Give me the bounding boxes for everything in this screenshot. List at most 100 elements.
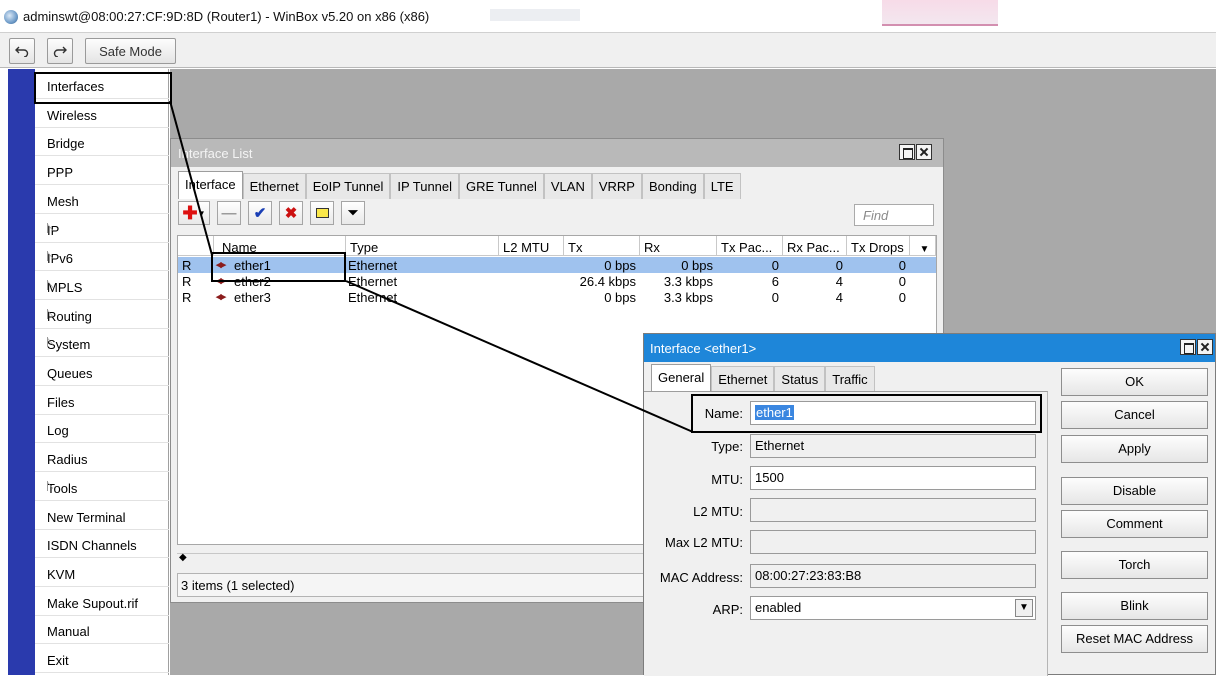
torch-button[interactable]: Torch [1061,551,1208,579]
arp-value: enabled [755,600,802,615]
cell-tx: 0 bps [604,290,636,305]
disable-button[interactable]: ✖ [279,201,303,225]
arp-label: ARP: [712,602,743,617]
enable-button[interactable]: ✔ [248,201,272,225]
sidebar-item-ipv6[interactable]: IPv6 [35,243,169,272]
table-header-tx-drops[interactable]: Tx Drops [847,236,910,256]
name-field-highlight-box [691,394,1042,433]
cell-txp: 0 [771,258,779,273]
table-header-rx-packets[interactable]: Rx Pac... [783,236,847,256]
sidebar-item-label: Log [47,423,69,439]
maximize-icon[interactable] [899,144,915,160]
sidebar-item-ip[interactable]: IP [35,215,169,243]
sidebar-item-manual[interactable]: Manual [35,616,169,645]
l2mtu-field [750,498,1036,522]
sidebar-brand-strip [8,69,35,675]
table-header-tx-packets[interactable]: Tx Pac... [717,236,783,256]
sidebar-item-isdn-channels[interactable]: ISDN Channels [35,530,169,559]
sidebar-item-mpls[interactable]: MPLS [35,272,169,300]
dropdown-arrow-icon: ▼ [919,244,930,255]
sidebar-item-label: Exit [47,653,69,668]
tab-gre-tunnel[interactable]: GRE Tunnel [459,173,544,199]
tab-traffic[interactable]: Traffic [825,366,875,392]
tab-general[interactable]: General [651,364,712,392]
dropdown-arrow-icon[interactable]: ▼ [1015,599,1033,617]
tab-lte[interactable]: LTE [703,173,741,199]
ok-button[interactable]: OK [1061,368,1208,396]
comment-button[interactable]: Comment [1061,510,1208,538]
apply-button[interactable]: Apply [1061,435,1208,463]
main-toolbar: Safe Mode [0,32,1216,68]
title-bar-blurred-tab [882,0,998,26]
find-input[interactable]: Find [854,204,934,226]
scroll-left-icon[interactable]: ◆ [179,552,187,563]
type-label: Type: [711,439,743,454]
sidebar-item-files[interactable]: Files [35,387,169,415]
table-header-flag[interactable] [178,236,214,256]
mac-address-label: MAC Address: [659,570,743,585]
table-header-type[interactable]: Type [346,236,499,256]
safe-mode-button[interactable]: Safe Mode [85,38,176,64]
tab-ethernet[interactable]: Ethernet [711,366,775,392]
sidebar-item-label: Make Supout.rif [47,595,139,611]
cell-txd: 0 [898,290,906,305]
blink-button[interactable]: Blink [1061,592,1208,620]
arp-select[interactable]: enabled ▼ [750,596,1036,620]
close-icon[interactable] [916,144,932,160]
tab-vrrp[interactable]: VRRP [591,173,642,199]
submenu-arrow-icon [47,251,54,262]
cell-rxp: 0 [835,258,843,273]
column-chooser-button[interactable]: ▼ [910,236,936,256]
title-bar-blurred-region [490,9,580,21]
tab-ethernet[interactable]: Ethernet [242,173,306,199]
sidebar-item-routing[interactable]: Routing [35,301,169,329]
comment-button[interactable] [310,201,334,225]
tab-status[interactable]: Status [774,366,826,392]
tab-bonding[interactable]: Bonding [641,173,704,199]
sidebar-item-new-terminal[interactable]: New Terminal [35,502,169,530]
cell-txp: 6 [771,274,779,289]
tab-ip-tunnel[interactable]: IP Tunnel [390,173,460,199]
mtu-field[interactable]: 1500 [750,466,1036,490]
table-header-tx[interactable]: Tx [564,236,640,256]
remove-button[interactable]: — [217,201,241,225]
cancel-button[interactable]: Cancel [1061,401,1208,429]
cell-flag: R [182,274,192,289]
sidebar-item-make-supout-rif[interactable]: Make Supout.rif [35,588,169,616]
sidebar-item-kvm[interactable]: KVM [35,559,169,587]
table-header-l2mtu[interactable]: L2 MTU [499,236,564,256]
interface-list-titlebar[interactable]: Interface List [171,139,943,167]
sidebar-item-log[interactable]: Log [35,415,169,444]
sidebar-item-exit[interactable]: Exit [35,645,169,673]
reset-mac-address-button[interactable]: Reset MAC Address [1061,625,1208,653]
filter-button[interactable]: ⏷ [341,201,365,225]
sidebar-item-label: ISDN Channels [47,538,137,554]
tab-eoip-tunnel[interactable]: EoIP Tunnel [305,173,391,199]
sidebar-item-ppp[interactable]: PPP [35,157,169,186]
disable-button[interactable]: Disable [1061,477,1208,505]
undo-button[interactable] [9,38,35,64]
cell-txd: 0 [898,258,906,273]
interface-dialog-titlebar[interactable]: Interface <ether1> [644,334,1215,362]
minus-icon: — [221,204,237,222]
interface-dialog-title: Interface <ether1> [650,341,757,356]
sidebar-item-system[interactable]: System [35,329,169,358]
table-row[interactable]: ◂▸ Rether3 Ethernet 0 bps 3.3 kbps 0 4 0 [178,289,936,305]
cell-rx: 3.3 kbps [663,290,713,305]
close-icon[interactable] [1197,339,1213,355]
sidebar-item-tools[interactable]: Tools [35,473,169,501]
mtu-label: MTU: [711,472,743,487]
sidebar-item-bridge[interactable]: Bridge [35,128,169,157]
tab-vlan[interactable]: VLAN [543,173,592,199]
redo-button[interactable] [47,38,73,64]
sidebar-item-queues[interactable]: Queues [35,358,169,386]
cell-type: Ethernet [348,258,398,273]
table-header-rx[interactable]: Rx [640,236,717,256]
sidebar-item-label: Bridge [47,136,85,152]
tab-interface[interactable]: Interface [178,171,243,199]
sidebar-item-mesh[interactable]: Mesh [35,186,169,214]
sidebar-item-radius[interactable]: Radius [35,444,169,473]
add-button[interactable]: ✚ ▼ [178,201,210,225]
mac-address-field[interactable]: 08:00:27:23:83:B8 [750,564,1036,588]
maximize-icon[interactable] [1180,339,1196,355]
